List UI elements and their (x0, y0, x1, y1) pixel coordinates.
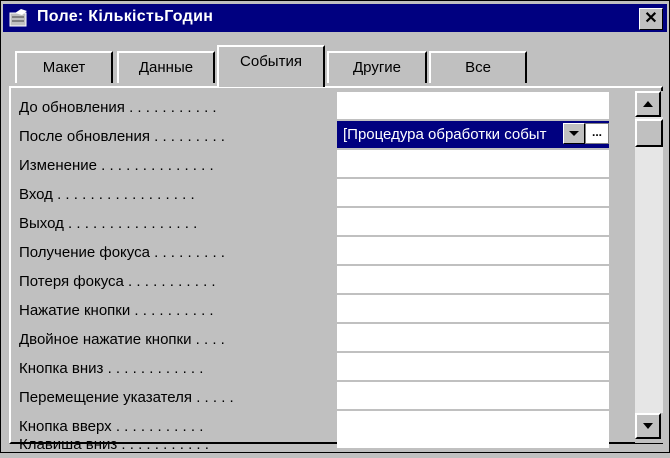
arrow-down-icon (643, 423, 653, 429)
property-label: После обновления . . . . . . . . . (19, 128, 225, 145)
property-row-after-update: После обновления . . . . . . . . . [Проц… (19, 121, 611, 150)
property-row-got-focus: Получение фокуса . . . . . . . . . (19, 237, 611, 266)
property-row-before-update: До обновления . . . . . . . . . . . (19, 92, 611, 121)
property-value-field[interactable] (337, 353, 609, 382)
property-label: Нажатие кнопки . . . . . . . . . . (19, 302, 214, 319)
property-row-enter: Вход . . . . . . . . . . . . . . . . . (19, 179, 611, 208)
property-value-field[interactable] (337, 430, 609, 450)
property-row-dbl-click: Двойное нажатие кнопки . . . . (19, 324, 611, 353)
window-title: Поле: КількістьГодин (37, 8, 214, 25)
property-label: Клавиша вниз . . . . . . . . . . . (19, 436, 209, 453)
property-row-exit: Выход . . . . . . . . . . . . . . . . (19, 208, 611, 237)
properties-window: Поле: КількістьГодин ✕ Макет Данные Собы… (0, 0, 670, 453)
property-label: Двойное нажатие кнопки . . . . (19, 331, 225, 348)
tab-data[interactable]: Данные (117, 51, 215, 83)
property-value-field[interactable] (337, 208, 609, 237)
property-value-field[interactable] (337, 150, 609, 179)
tab-all[interactable]: Все (429, 51, 527, 83)
property-value-field[interactable] (337, 266, 609, 295)
tab-events[interactable]: События (217, 45, 325, 87)
property-value-field[interactable] (337, 382, 609, 411)
property-label: Получение фокуса . . . . . . . . . (19, 244, 225, 261)
property-row-lost-focus: Потеря фокуса . . . . . . . . . . . (19, 266, 611, 295)
property-label: Перемещение указателя . . . . . (19, 389, 234, 406)
scroll-down-button[interactable] (635, 413, 661, 439)
properties-icon (9, 9, 27, 27)
tab-strip: Макет Данные События Другие Все (1, 37, 670, 87)
property-value-field-selected[interactable]: [Процедура обработки событ ... (337, 121, 609, 150)
event-procedure-value: [Процедура обработки событ (343, 126, 547, 143)
close-button[interactable]: ✕ (639, 8, 663, 30)
property-label: Потеря фокуса . . . . . . . . . . . (19, 273, 216, 290)
title-bar[interactable]: Поле: КількістьГодин ✕ (3, 4, 667, 32)
scroll-track[interactable] (635, 117, 663, 413)
property-sheet: До обновления . . . . . . . . . . . Посл… (9, 86, 663, 453)
property-value-field[interactable] (337, 179, 609, 208)
vertical-scrollbar[interactable] (635, 91, 663, 443)
property-value-field[interactable] (337, 295, 609, 324)
property-row-change: Изменение . . . . . . . . . . . . . . (19, 150, 611, 179)
property-label: Вход . . . . . . . . . . . . . . . . . (19, 186, 195, 203)
close-icon: ✕ (644, 10, 658, 27)
property-value-field[interactable] (337, 92, 609, 121)
property-value-field[interactable] (337, 237, 609, 266)
tab-other[interactable]: Другие (327, 51, 427, 83)
chevron-down-icon (569, 131, 579, 136)
property-label: Изменение . . . . . . . . . . . . . . (19, 157, 214, 174)
property-value-field[interactable] (337, 324, 609, 353)
property-row-click: Нажатие кнопки . . . . . . . . . . (19, 295, 611, 324)
property-row-mouse-move: Перемещение указателя . . . . . (19, 382, 611, 411)
build-button[interactable]: ... (585, 123, 609, 144)
property-grid: До обновления . . . . . . . . . . . Посл… (19, 92, 611, 453)
property-label: До обновления . . . . . . . . . . . (19, 99, 217, 116)
property-label: Выход . . . . . . . . . . . . . . . . (19, 215, 198, 232)
tab-layout[interactable]: Макет (15, 51, 113, 83)
scroll-thumb[interactable] (635, 119, 663, 147)
property-row-mouse-down: Кнопка вниз . . . . . . . . . . . . (19, 353, 611, 382)
property-label: Кнопка вниз . . . . . . . . . . . . (19, 360, 204, 377)
dropdown-button[interactable] (563, 123, 585, 144)
arrow-up-icon (643, 101, 653, 107)
scroll-up-button[interactable] (635, 91, 661, 117)
